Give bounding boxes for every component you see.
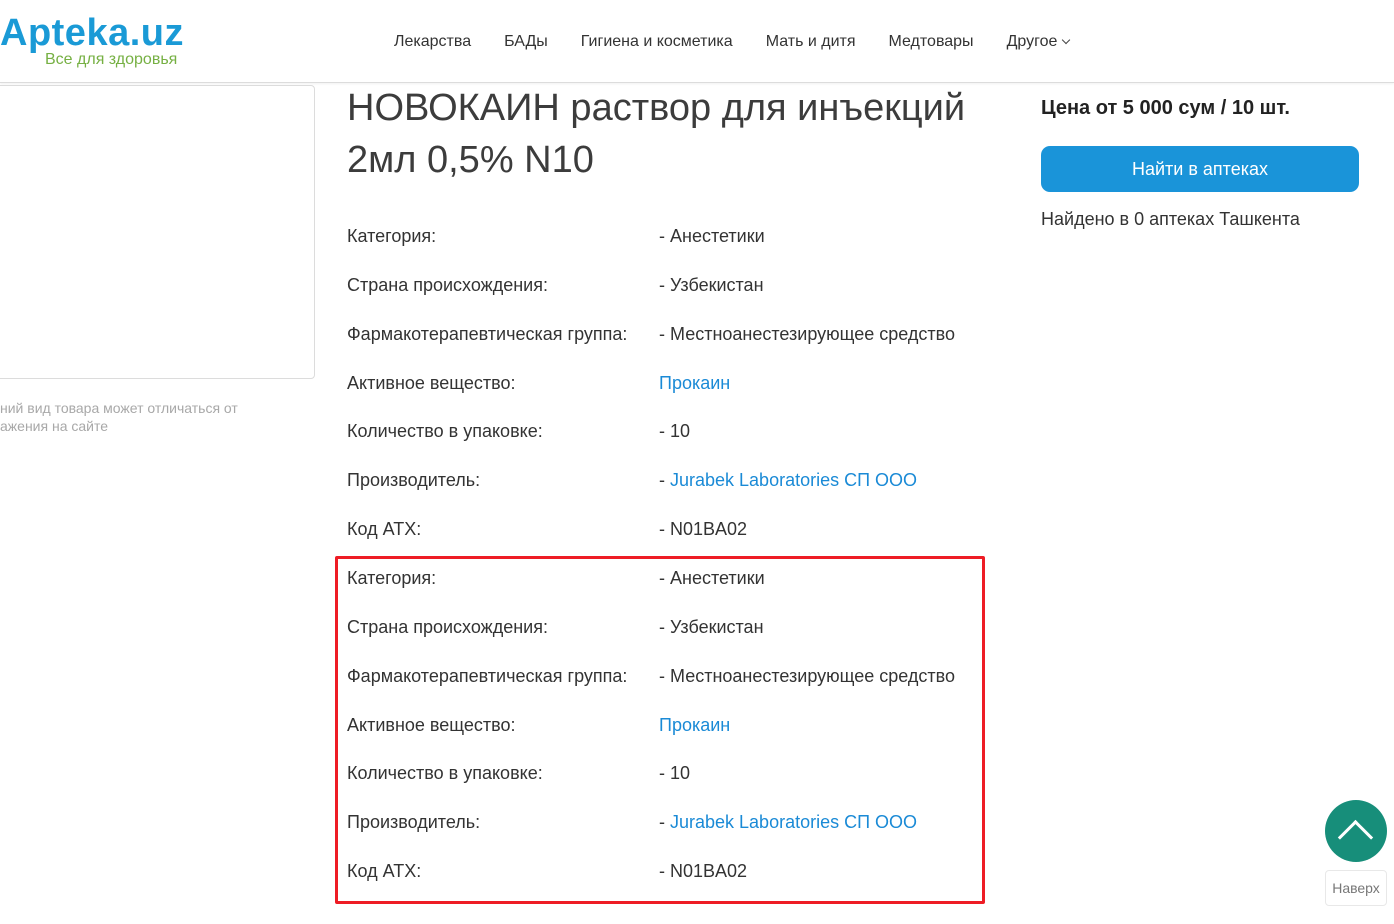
info-label: Производитель:: [347, 812, 481, 833]
nav-item-mother-child[interactable]: Мать и дитя: [766, 33, 856, 51]
info-value: - Узбекистан: [659, 616, 764, 637]
info-value: - Jurabek Laboratories СП ООО: [659, 798, 917, 846]
info-label: Категория:: [347, 568, 437, 588]
info-row-category: Категория: - Анестетики: [347, 212, 987, 261]
info-value: - N01BA02: [659, 861, 748, 882]
info-value: - 10: [659, 421, 691, 442]
info-value: - Jurabek Laboratories СП ООО: [659, 456, 917, 504]
info-value: - Местноанестезирующее средство: [659, 323, 956, 344]
info-row-active-substance: Активное вещество: Прокаин: [347, 701, 987, 750]
info-label: Код АТХ:: [347, 519, 422, 540]
info-row-quantity: Количество в упаковке: - 10: [347, 407, 987, 456]
nav-item-other[interactable]: Другое: [1006, 33, 1071, 51]
value-dash: -: [659, 470, 670, 491]
info-row-atc-code: Код АТХ: - N01BA02: [347, 847, 987, 896]
chevron-up-icon: [1337, 819, 1374, 856]
back-to-top-button[interactable]: [1325, 800, 1387, 862]
info-row-manufacturer: Производитель: - Jurabek Laboratories СП…: [347, 798, 987, 847]
value-dash: -: [659, 812, 670, 833]
info-row-manufacturer: Производитель: - Jurabek Laboratories СП…: [347, 456, 987, 505]
info-row-pharmacological-group: Фармакотерапевтическая группа: - Местноа…: [347, 310, 987, 359]
info-value: - Узбекистан: [659, 274, 764, 295]
info-row-country: Страна происхождения: - Узбекистан: [347, 261, 987, 310]
info-row-pharmacological-group: Фармакотерапевтическая группа: - Местноа…: [347, 652, 987, 701]
info-label: Страна происхождения:: [347, 616, 548, 637]
nav-item-supplements[interactable]: БАДы: [504, 33, 548, 51]
info-label: Активное вещество:: [347, 372, 516, 393]
nav-item-medicines[interactable]: Лекарства: [394, 33, 471, 51]
info-value: - Местноанестезирующее средство: [659, 665, 956, 686]
active-substance-link[interactable]: Прокаин: [659, 701, 730, 749]
info-value: - Анестетики: [659, 226, 765, 246]
info-label: Производитель:: [347, 470, 481, 491]
site-header: Apteka.uz Все для здоровья Лекарства БАД…: [0, 0, 1394, 83]
manufacturer-link[interactable]: Jurabek Laboratories СП ООО: [670, 470, 917, 490]
main-nav: Лекарства БАДы Гигиена и косметика Мать …: [394, 30, 1071, 54]
back-to-top-label[interactable]: Наверх: [1325, 870, 1387, 906]
info-label: Активное вещество:: [347, 714, 516, 735]
info-value: - Анестетики: [659, 568, 765, 588]
find-in-pharmacies-button[interactable]: Найти в аптеках: [1041, 146, 1359, 192]
manufacturer-link[interactable]: Jurabek Laboratories СП ООО: [670, 812, 917, 832]
product-info-list: Категория: - Анестетики Страна происхожд…: [347, 212, 987, 554]
info-label: Страна происхождения:: [347, 274, 548, 295]
info-label: Фармакотерапевтическая группа:: [347, 323, 628, 344]
info-row-quantity: Количество в упаковке: - 10: [347, 749, 987, 798]
info-row-active-substance: Активное вещество: Прокаин: [347, 359, 987, 408]
info-label: Код АТХ:: [347, 861, 422, 882]
info-row-atc-code: Код АТХ: - N01BA02: [347, 505, 987, 554]
pharmacies-found-text: Найдено в 0 аптеках Ташкента: [1041, 209, 1300, 229]
info-row-country: Страна происхождения: - Узбекистан: [347, 603, 987, 652]
product-info-list-highlighted: Категория: - Анестетики Страна происхожд…: [347, 554, 987, 896]
info-label: Количество в упаковке:: [347, 763, 543, 784]
image-disclaimer-line-2: ажения на сайте: [0, 418, 109, 434]
chevron-down-icon: [1062, 35, 1071, 45]
info-value: - N01BA02: [659, 519, 748, 540]
logo-title: Apteka.uz: [0, 12, 184, 54]
nav-item-medical-goods[interactable]: Медтовары: [889, 33, 974, 51]
info-label: Фармакотерапевтическая группа:: [347, 665, 628, 686]
nav-item-other-label: Другое: [1006, 33, 1058, 50]
info-value: - 10: [659, 763, 691, 784]
price-text: Цена от 5 000 сум / 10 шт.: [1041, 97, 1290, 119]
product-title: НОВОКАИН раствор для инъекций 2мл 0,5% N…: [347, 87, 966, 181]
image-disclaimer: ний вид товара может отличаться от ажени…: [0, 399, 300, 435]
info-label: Категория:: [347, 226, 437, 246]
product-image: [0, 85, 315, 379]
info-label: Количество в упаковке:: [347, 421, 543, 442]
active-substance-link[interactable]: Прокаин: [659, 359, 730, 407]
site-logo[interactable]: Apteka.uz Все для здоровья: [0, 12, 200, 72]
info-row-category: Категория: - Анестетики: [347, 554, 987, 603]
nav-item-hygiene-cosmetics[interactable]: Гигиена и косметика: [581, 33, 733, 51]
image-disclaimer-line-1: ний вид товара может отличаться от: [0, 400, 238, 416]
logo-tagline: Все для здоровья: [45, 51, 178, 68]
